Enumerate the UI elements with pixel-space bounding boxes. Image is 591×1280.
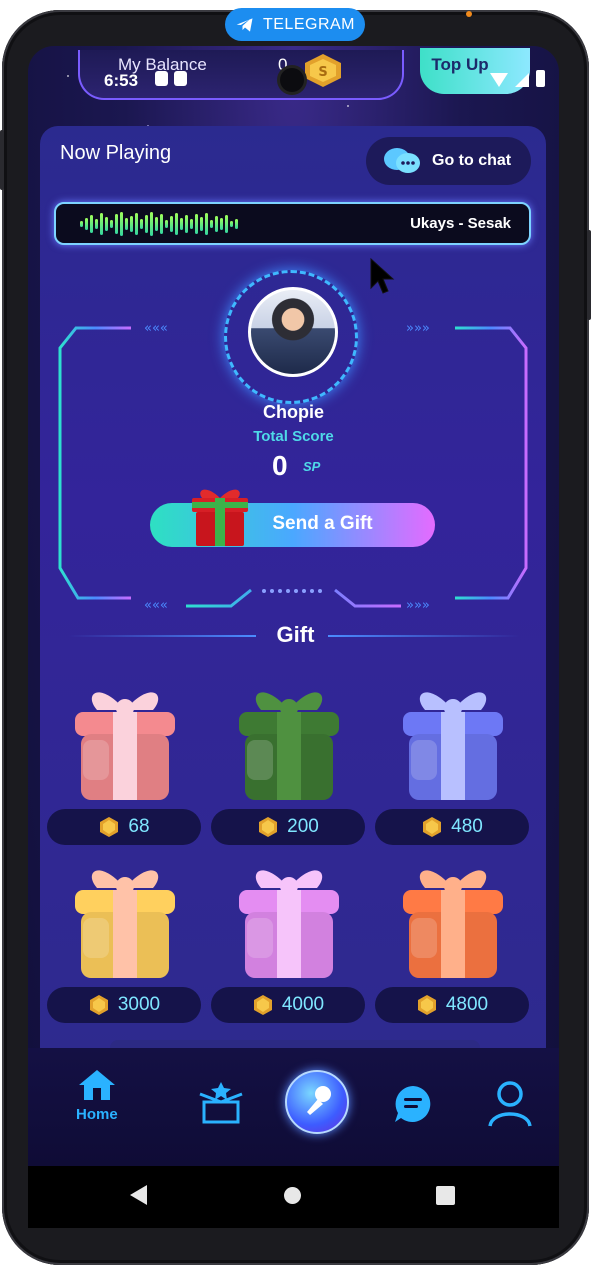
gift-item[interactable]: 4800 [375, 858, 529, 1028]
gift-item[interactable]: 68 [47, 680, 201, 850]
wifi-icon [490, 73, 508, 87]
telegram-pill[interactable]: TELEGRAM [225, 8, 365, 41]
android-back-icon[interactable] [130, 1185, 147, 1205]
go-to-chat-label: Go to chat [432, 152, 512, 169]
gift-price-pill: 68 [47, 809, 201, 845]
svg-text:»»»: »»» [406, 598, 430, 613]
android-recents-icon[interactable] [436, 1186, 455, 1205]
gift-box-image [239, 692, 339, 800]
nav-microphone-button[interactable] [285, 1070, 349, 1134]
mouse-cursor-icon [370, 258, 395, 294]
battery-icon [536, 70, 545, 87]
audio-waveform [80, 212, 238, 236]
status-notification-icons [155, 71, 187, 86]
phone-volume-button [587, 230, 591, 320]
coin-icon [423, 817, 442, 837]
microphone-icon [307, 1086, 331, 1115]
svg-text:»»»: »»» [406, 321, 430, 336]
gift-box-image [403, 870, 503, 978]
gift-price-pill: 4800 [375, 987, 529, 1023]
gift-price-pill: 4000 [211, 987, 365, 1023]
gift-price: 4800 [445, 994, 489, 1015]
status-time: 6:53 [104, 71, 139, 90]
total-score-label: Total Score [253, 428, 334, 445]
coin-icon [253, 995, 272, 1015]
sim-icon [174, 71, 187, 86]
coin-icon [100, 817, 119, 837]
gift-box-image [75, 870, 175, 978]
total-score-value: 0 [272, 450, 288, 481]
gift-box-image [75, 692, 175, 800]
front-camera [280, 68, 304, 92]
coin-icon [89, 995, 108, 1015]
song-title: Ukays - Sesak [410, 215, 511, 232]
notification-icon [155, 71, 168, 86]
svg-text:«««: ««« [144, 598, 168, 613]
android-home-icon[interactable] [284, 1187, 301, 1204]
coin-icon [259, 817, 278, 837]
home-icon [78, 1070, 115, 1100]
now-playing-label: Now Playing [60, 142, 172, 164]
chat-icon [395, 1086, 431, 1122]
user-name: Chopie [263, 402, 324, 422]
gift-box-icon [199, 1082, 243, 1124]
go-to-chat-button[interactable]: Go to chat [366, 137, 531, 185]
indicator-dot [466, 11, 472, 17]
gift-price-pill: 3000 [47, 987, 201, 1023]
score-unit: SP [303, 459, 321, 474]
coin-icon: S [305, 54, 341, 87]
coin-icon [417, 995, 436, 1015]
content-scroll-edge [110, 1040, 480, 1048]
nav-gift-box[interactable] [198, 1078, 244, 1126]
now-playing-bar[interactable]: Ukays - Sesak [54, 202, 531, 245]
gift-price: 480 [451, 816, 483, 837]
gift-item[interactable]: 480 [375, 680, 529, 850]
gift-price: 4000 [281, 994, 325, 1015]
nav-profile[interactable] [487, 1080, 533, 1128]
nav-home[interactable]: Home [76, 1068, 118, 1123]
user-avatar[interactable] [248, 287, 338, 377]
gift-box-image [403, 692, 503, 800]
gift-price-pill: 480 [375, 809, 529, 845]
gift-item[interactable]: 3000 [47, 858, 201, 1028]
nav-home-label: Home [76, 1106, 118, 1123]
gift-price-pill: 200 [211, 809, 365, 845]
telegram-icon [236, 17, 253, 32]
status-system-icons [490, 70, 545, 87]
profile-icon [488, 1081, 532, 1127]
signal-icon [515, 73, 529, 87]
svg-text:«««: ««« [144, 321, 168, 336]
gift-price: 68 [128, 816, 150, 837]
red-gift-icon [192, 489, 248, 546]
gift-item[interactable]: 200 [211, 680, 365, 850]
gift-price: 3000 [117, 994, 161, 1015]
gift-price: 200 [287, 816, 319, 837]
gift-section-heading: Gift [276, 622, 315, 647]
phone-side-button [0, 130, 4, 190]
gift-box-image [239, 870, 339, 978]
nav-chat[interactable] [393, 1084, 433, 1124]
telegram-label: TELEGRAM [262, 15, 355, 33]
chat-bubbles-icon [384, 148, 420, 173]
gift-item[interactable]: 4000 [211, 858, 365, 1028]
svg-text:S: S [318, 65, 327, 80]
